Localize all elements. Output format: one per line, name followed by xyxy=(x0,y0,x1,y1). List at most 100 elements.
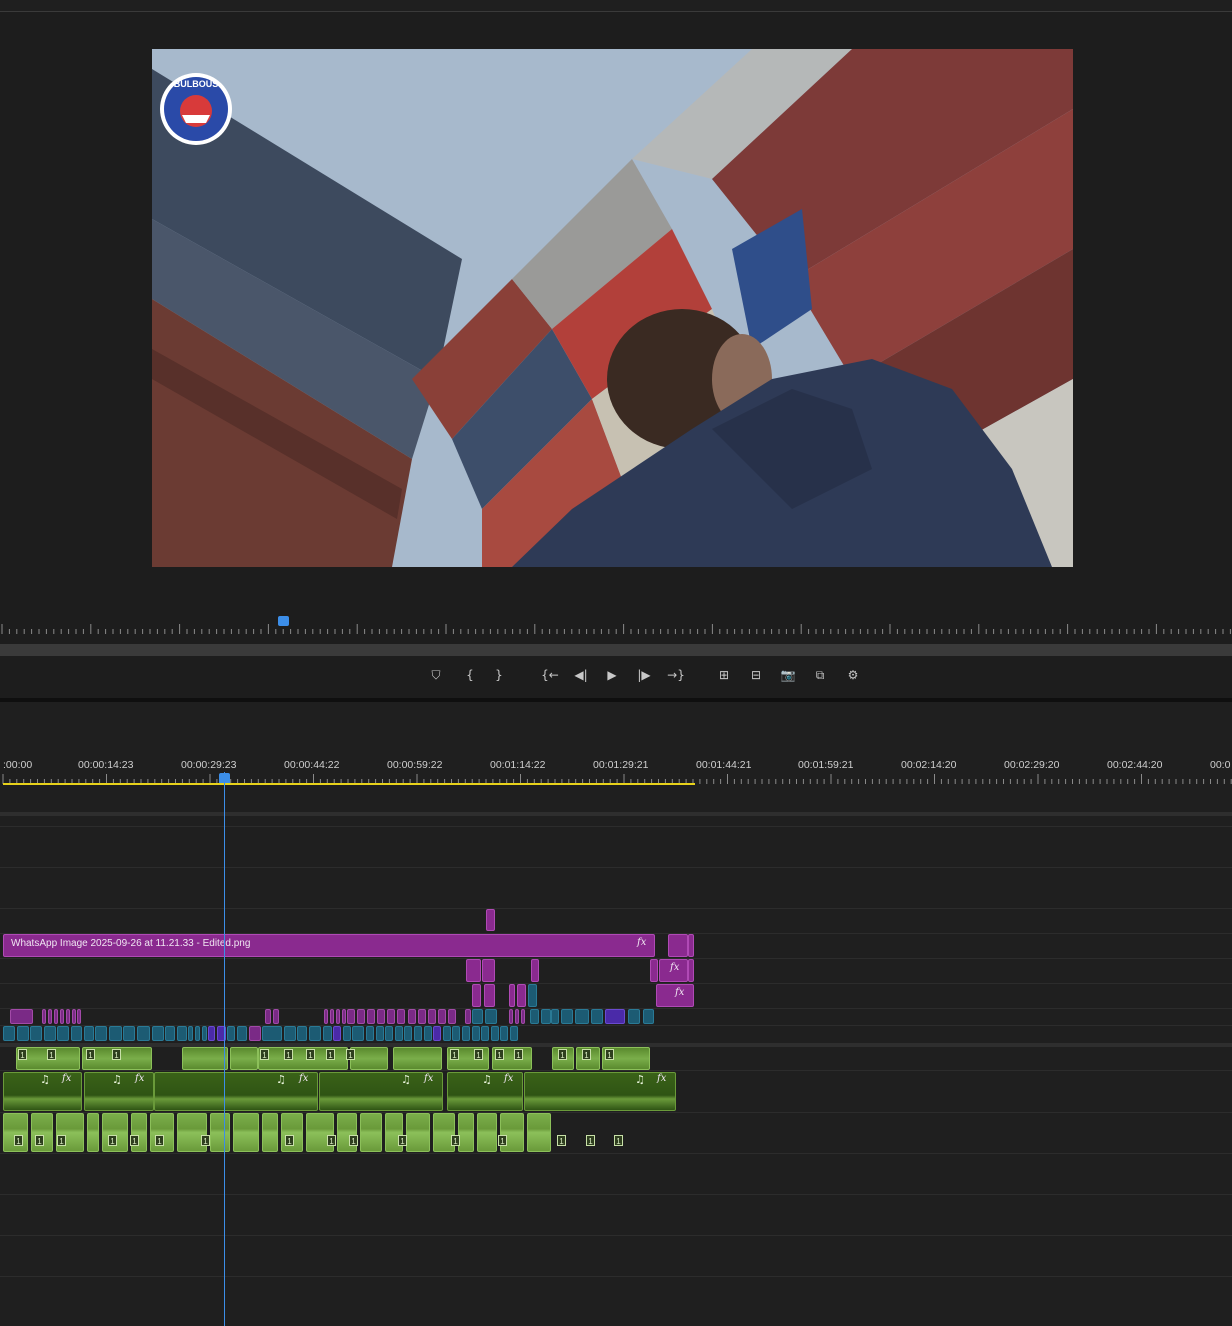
timeline-clip[interactable] xyxy=(404,1026,413,1041)
audio-clip[interactable] xyxy=(360,1113,382,1152)
timeline-clip[interactable] xyxy=(688,959,694,982)
audio-clip[interactable] xyxy=(31,1113,53,1152)
timeline-clip[interactable] xyxy=(83,1026,94,1041)
timeline-clip[interactable] xyxy=(357,1009,365,1024)
timeline-clip[interactable] xyxy=(201,1026,207,1041)
timeline-clip[interactable] xyxy=(208,1026,216,1041)
timeline-clip[interactable] xyxy=(123,1026,136,1041)
timeline-clip[interactable] xyxy=(517,984,526,1007)
timeline-clip[interactable] xyxy=(551,1009,559,1024)
timeline-clip[interactable] xyxy=(366,1026,374,1041)
timeline-clip[interactable] xyxy=(605,1009,625,1024)
timeline-clip[interactable] xyxy=(71,1026,82,1041)
timeline-clip[interactable] xyxy=(54,1009,58,1024)
timeline-clip[interactable] xyxy=(628,1009,640,1024)
audio-clip[interactable] xyxy=(150,1113,174,1152)
timeline-clip[interactable] xyxy=(428,1009,436,1024)
timeline-clip[interactable] xyxy=(3,1026,15,1041)
timeline-clip[interactable] xyxy=(227,1026,236,1041)
timeline-clip[interactable] xyxy=(471,1026,480,1041)
monitor-zoom-scrollbar[interactable] xyxy=(0,644,1232,656)
timeline-clip[interactable] xyxy=(283,1026,296,1041)
timeline-clip[interactable] xyxy=(95,1026,108,1041)
timeline-clip[interactable] xyxy=(650,959,658,982)
timeline-clip[interactable] xyxy=(16,1026,29,1041)
play-icon[interactable]: ▶ xyxy=(599,662,625,688)
timeline-clip[interactable] xyxy=(342,1009,346,1024)
monitor-time-ruler[interactable] xyxy=(0,616,1232,634)
timeline-clip[interactable] xyxy=(333,1026,342,1041)
timeline-clip[interactable] xyxy=(387,1009,395,1024)
timeline-clip[interactable] xyxy=(273,1009,279,1024)
step-forward-icon[interactable]: |▶ xyxy=(631,662,657,688)
timeline-clip[interactable] xyxy=(521,1009,525,1024)
timeline-clip[interactable]: fx xyxy=(656,984,694,1007)
timeline-clip[interactable] xyxy=(466,959,481,982)
timeline-clip[interactable] xyxy=(108,1026,122,1041)
timeline-clip[interactable] xyxy=(528,984,537,1007)
audio-clip[interactable] xyxy=(182,1047,228,1070)
timeline-clip[interactable] xyxy=(342,1026,351,1041)
timeline-clip[interactable] xyxy=(57,1026,70,1041)
audio-clip[interactable] xyxy=(393,1047,442,1070)
audio-clip[interactable] xyxy=(477,1113,497,1152)
timeline-clip[interactable] xyxy=(48,1009,52,1024)
comparison-view-icon[interactable]: ⧉ xyxy=(807,662,833,688)
timeline-clip[interactable] xyxy=(195,1026,200,1041)
timeline-clip[interactable] xyxy=(408,1009,416,1024)
timeline-clip[interactable] xyxy=(442,1026,451,1041)
add-marker-icon[interactable]: ⛉ xyxy=(423,662,449,688)
timeline-clip[interactable] xyxy=(265,1009,271,1024)
audio-clip[interactable] xyxy=(210,1113,230,1152)
timeline-clip[interactable] xyxy=(482,959,495,982)
timeline-clip[interactable] xyxy=(385,1026,394,1041)
timeline-clip[interactable] xyxy=(414,1026,422,1041)
timeline-clip[interactable] xyxy=(591,1009,603,1024)
mark-out-icon[interactable]: } xyxy=(486,662,512,688)
timeline-clip[interactable] xyxy=(509,984,515,1007)
audio-clip-long[interactable] xyxy=(524,1072,676,1111)
mark-in-icon[interactable]: { xyxy=(457,662,483,688)
timeline-clip[interactable]: fx xyxy=(659,959,688,982)
timeline-clip[interactable] xyxy=(309,1026,321,1041)
timeline-clip[interactable] xyxy=(465,1009,471,1024)
main-image-clip[interactable]: WhatsApp Image 2025-09-26 at 11.21.33 - … xyxy=(3,934,655,957)
audio-clip[interactable] xyxy=(262,1113,278,1152)
timeline-clip[interactable] xyxy=(367,1009,375,1024)
go-to-in-icon[interactable]: {← xyxy=(537,662,563,688)
timeline-clip[interactable] xyxy=(418,1009,426,1024)
timeline-clip[interactable] xyxy=(484,984,495,1007)
timeline-clip[interactable] xyxy=(481,1026,490,1041)
overwrite-icon[interactable]: ⊟ xyxy=(743,662,769,688)
monitor-playhead[interactable] xyxy=(278,616,289,626)
timeline-clip[interactable] xyxy=(510,1026,518,1041)
timeline-clip[interactable] xyxy=(448,1009,456,1024)
step-back-icon[interactable]: ◀| xyxy=(568,662,594,688)
audio-clip[interactable] xyxy=(406,1113,430,1152)
timeline-clip[interactable] xyxy=(297,1026,308,1041)
timeline-clip[interactable] xyxy=(438,1009,446,1024)
timeline-clip[interactable] xyxy=(397,1009,405,1024)
timeline-clip[interactable] xyxy=(137,1026,150,1041)
timeline-clip[interactable] xyxy=(176,1026,187,1041)
timeline-clip[interactable] xyxy=(541,1009,551,1024)
audio-clip[interactable] xyxy=(281,1113,303,1152)
timeline-clip[interactable] xyxy=(423,1026,432,1041)
timeline-clip[interactable] xyxy=(237,1026,247,1041)
timeline-clip[interactable] xyxy=(668,934,688,957)
timeline-clip[interactable] xyxy=(433,1026,442,1041)
go-to-out-icon[interactable]: →} xyxy=(663,662,689,688)
timeline-clip[interactable] xyxy=(248,1026,261,1041)
timeline-clip[interactable] xyxy=(336,1009,340,1024)
timeline-clip[interactable] xyxy=(500,1026,509,1041)
timeline-clip[interactable] xyxy=(472,984,481,1007)
timeline-clip[interactable] xyxy=(530,1009,539,1024)
timeline-clip[interactable] xyxy=(485,1009,497,1024)
timeline-clip[interactable] xyxy=(490,1026,499,1041)
timeline-clip[interactable] xyxy=(561,1009,573,1024)
timeline-clip[interactable] xyxy=(509,1009,513,1024)
audio-clip[interactable] xyxy=(458,1113,474,1152)
timeline-clip[interactable] xyxy=(151,1026,164,1041)
timeline-clip[interactable] xyxy=(72,1009,76,1024)
timeline-clip[interactable] xyxy=(43,1026,56,1041)
